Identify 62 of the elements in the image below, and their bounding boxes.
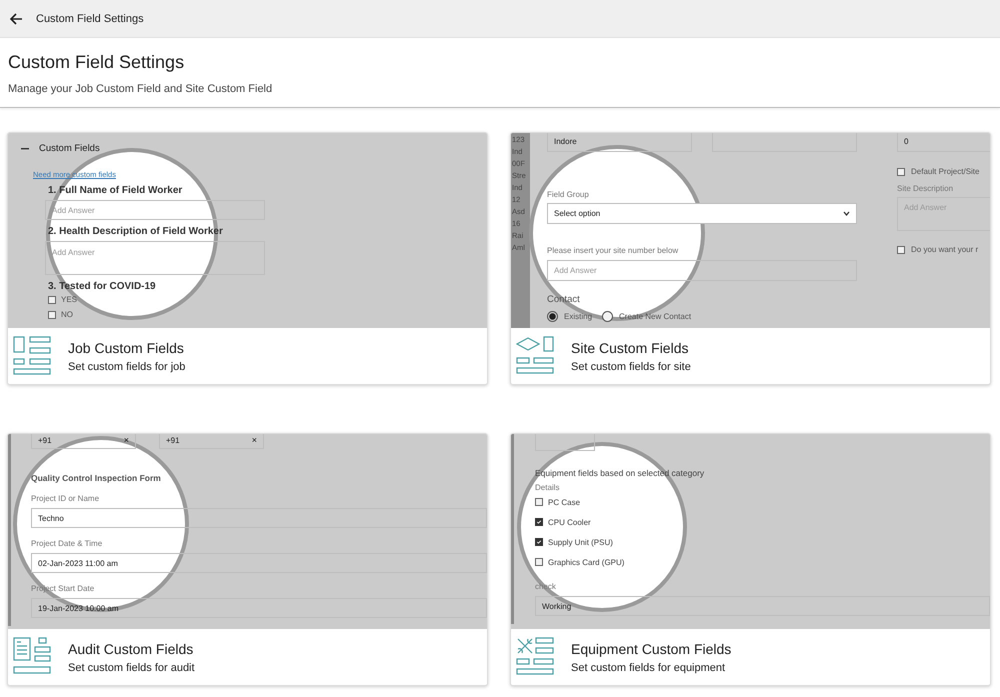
option-label: PC Case [548,498,580,506]
phone-code-field[interactable]: +91 × [31,434,136,449]
input-field[interactable] [712,133,857,152]
card-description: Set custom fields for site [571,360,691,372]
clear-button[interactable]: × [252,435,257,445]
checkbox[interactable] [535,538,543,546]
card-title: Job Custom Fields [68,340,185,356]
field-label: Project ID or Name [31,494,100,503]
page-title: Custom Field Settings [8,52,186,73]
checkbox[interactable] [535,518,543,526]
option-label: Supply Unit (PSU) [548,538,613,546]
answer-box[interactable]: Add Answer [45,241,265,275]
checkbox[interactable] [535,558,543,566]
field-label: Site Description [897,184,954,193]
card-title: Equipment Custom Fields [571,640,732,656]
checkbox[interactable] [535,498,543,506]
question-label: 1. Full Name of Field Worker [48,185,184,196]
checkbox[interactable] [48,310,56,318]
chevron-down-icon [843,211,850,216]
radio-button[interactable] [602,311,614,322]
card-description: Set custom fields for equipment [571,662,726,674]
header-title: Custom Field Settings [36,12,144,24]
field-label: Project Date & Time [31,539,104,548]
option-label: CPU Cooler [548,518,591,526]
form-title: Quality Control Inspection Form [31,473,162,483]
checkbox[interactable] [897,246,905,254]
phone-code-field[interactable]: +91 × [159,434,264,449]
answer-field[interactable]: Techno [31,508,487,528]
field-label: Please insert your site number below [547,246,680,255]
option-label: Do you want your r [911,245,978,254]
group-select[interactable]: Select option [547,203,857,224]
tools-layout-icon [516,637,556,677]
clear-button[interactable]: × [124,435,129,445]
group-label: Details [535,483,560,492]
option-label: Graphics Card (GPU) [548,558,624,566]
contact-label: Contact [547,294,581,305]
field-label: Field Group [547,190,590,199]
card-title: Site Custom Fields [571,340,690,356]
card-description: Set custom fields for audit [68,662,195,674]
page-subtitle: Manage your Job Custom Field and Site Custom Field [8,83,274,95]
option-label: Default Project/Site [911,167,980,176]
card-title: Audit Custom Fields [68,640,194,656]
category-note: Equipment fields based on selected category [535,468,706,478]
city-field[interactable]: Indore [547,133,692,152]
section-title: Custom Fields [39,143,100,154]
radio-button[interactable] [547,311,558,322]
question-label: 2. Health Description of Field Worker [48,226,224,237]
input-field[interactable] [535,434,595,451]
question-label: 3. Tested for COVID-19 [48,281,157,292]
status-field[interactable]: Working [535,596,990,616]
back-arrow-icon[interactable] [9,12,23,26]
checkbox[interactable] [897,168,905,176]
checkbox[interactable] [48,296,56,304]
answer-field[interactable]: 02-Jan-2023 11:00 am [31,553,487,573]
card-description: Set custom fields for job [68,360,186,372]
form-layout-icon [13,336,53,376]
option-label: YES [61,295,78,304]
radio-label: Existing [564,312,592,321]
option-label: NO [61,310,73,319]
diamond-layout-icon [516,336,556,376]
number-field[interactable]: 0 [897,133,990,152]
site-number-field[interactable]: Add Answer [547,260,857,281]
